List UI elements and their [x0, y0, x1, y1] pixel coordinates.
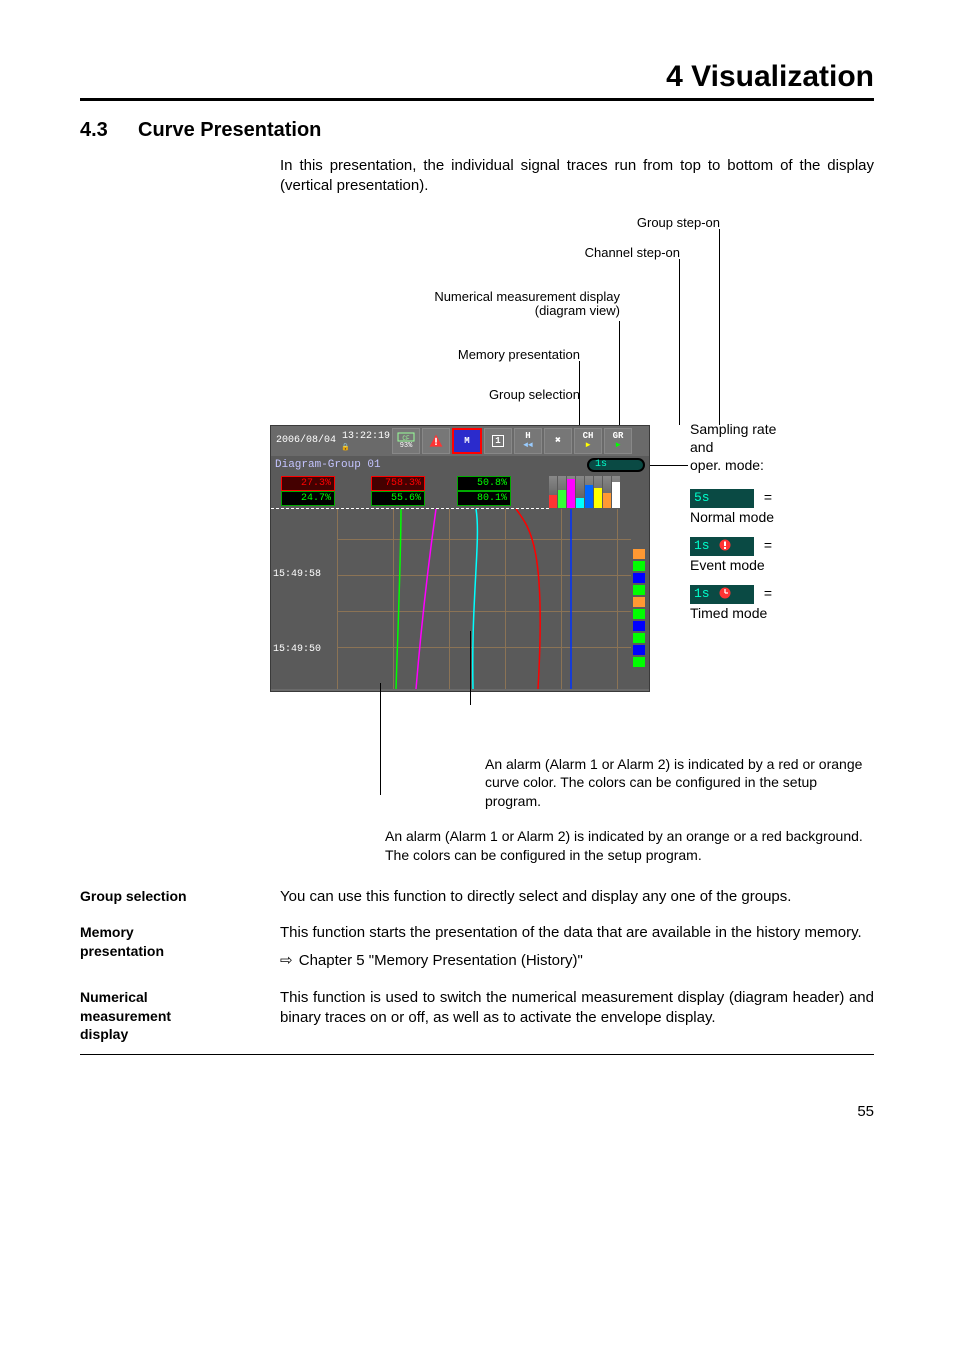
callout-group-sel: Group selection	[489, 387, 580, 402]
chapter-title: 4 Visualization	[80, 60, 874, 101]
bargraph-strip	[549, 474, 649, 513]
readout: 24.7%	[281, 491, 335, 506]
group-name: Diagram-Group 01	[271, 459, 587, 471]
ref-arrow-icon: ⇨	[280, 951, 293, 971]
memory-button[interactable]: M	[452, 428, 482, 454]
callout-num-display-sub: (diagram view)	[535, 303, 620, 318]
channel-step-button[interactable]: CH ►	[574, 428, 602, 454]
page-number: 55	[80, 1063, 874, 1120]
def-label-group: Group selection	[80, 887, 280, 906]
menu-bar: 2006/08/04 13:22:19 🔒 CF 93%	[271, 426, 649, 456]
def-text-group: You can use this function to directly se…	[280, 887, 874, 907]
rate-pill: 1s	[587, 458, 645, 472]
side-bars	[633, 549, 645, 669]
readout: 758.3%	[371, 476, 425, 491]
cf-card-icon[interactable]: CF 93%	[392, 428, 420, 454]
def-ref-memory: Chapter 5 "Memory Presentation (History)…	[299, 952, 583, 969]
def-label-memory: Memory presentation	[80, 923, 280, 961]
readouts-area: 27.3% 24.7% 758.3% 55.6% 50.8% 80.1%	[271, 474, 649, 509]
section-heading: 4.3Curve Presentation	[80, 119, 874, 142]
callout-stack: Group step-on Channel step-on Numerical …	[270, 215, 870, 425]
callout-alarm-bg: An alarm (Alarm 1 or Alarm 2) is indicat…	[270, 827, 874, 865]
section-title: Curve Presentation	[138, 119, 321, 141]
section-intro: In this presentation, the individual sig…	[280, 156, 874, 197]
diagram-view-button[interactable]: 1	[484, 428, 512, 454]
channel-step-label: CH	[583, 431, 594, 441]
alarm-icon[interactable]	[422, 428, 450, 454]
callout-num-display: Numerical measurement display	[434, 289, 620, 304]
readout: 50.8%	[457, 476, 511, 491]
mode-timed: Timed mode	[690, 604, 776, 622]
lock-icon: 🔒	[341, 443, 350, 452]
device-screenshot: 2006/08/04 13:22:19 🔒 CF 93%	[270, 425, 650, 692]
def-text-numerical: This function is used to switch the nume…	[280, 988, 874, 1029]
readout: 27.3%	[281, 476, 335, 491]
card-percent: 93%	[400, 442, 413, 450]
readout: 80.1%	[457, 491, 511, 506]
header-toggle-label: H	[525, 431, 530, 441]
right-notes: Sampling rate and oper. mode: 5s = Norma…	[690, 420, 776, 632]
pill-normal: 5s	[690, 489, 754, 508]
svg-text:CF: CF	[402, 435, 410, 442]
mode-event: Event mode	[690, 556, 776, 574]
header-toggle-button[interactable]: H ◄◄	[514, 428, 542, 454]
footer-rule	[80, 1054, 874, 1055]
chart-body: 15:49:58 15:49:50	[271, 509, 649, 689]
def-label-numerical: Numerical measurement display	[80, 988, 280, 1045]
pill-event: 1s	[690, 537, 754, 556]
callout-group-step: Group step-on	[637, 215, 720, 230]
callout-channel-step: Channel step-on	[585, 245, 680, 260]
readout: 55.6%	[371, 491, 425, 506]
mode-normal: Normal mode	[690, 508, 776, 526]
group-row[interactable]: Diagram-Group 01 1s	[271, 456, 649, 474]
menu-date: 2006/08/04	[271, 426, 341, 456]
pill-timed: 1s	[690, 585, 754, 604]
diagram-view-label: 1	[492, 435, 503, 447]
def-text-memory: This function starts the presentation of…	[280, 923, 874, 972]
tools-button[interactable]: ✖	[544, 428, 572, 454]
callout-memory: Memory presentation	[458, 347, 580, 362]
menu-time: 13:22:19	[341, 429, 391, 443]
group-step-label: GR	[613, 431, 624, 441]
section-number: 4.3	[80, 119, 138, 142]
memory-button-label: M	[464, 436, 469, 446]
group-step-button[interactable]: GR ►	[604, 428, 632, 454]
callout-alarm-curve: An alarm (Alarm 1 or Alarm 2) is indicat…	[270, 755, 874, 812]
